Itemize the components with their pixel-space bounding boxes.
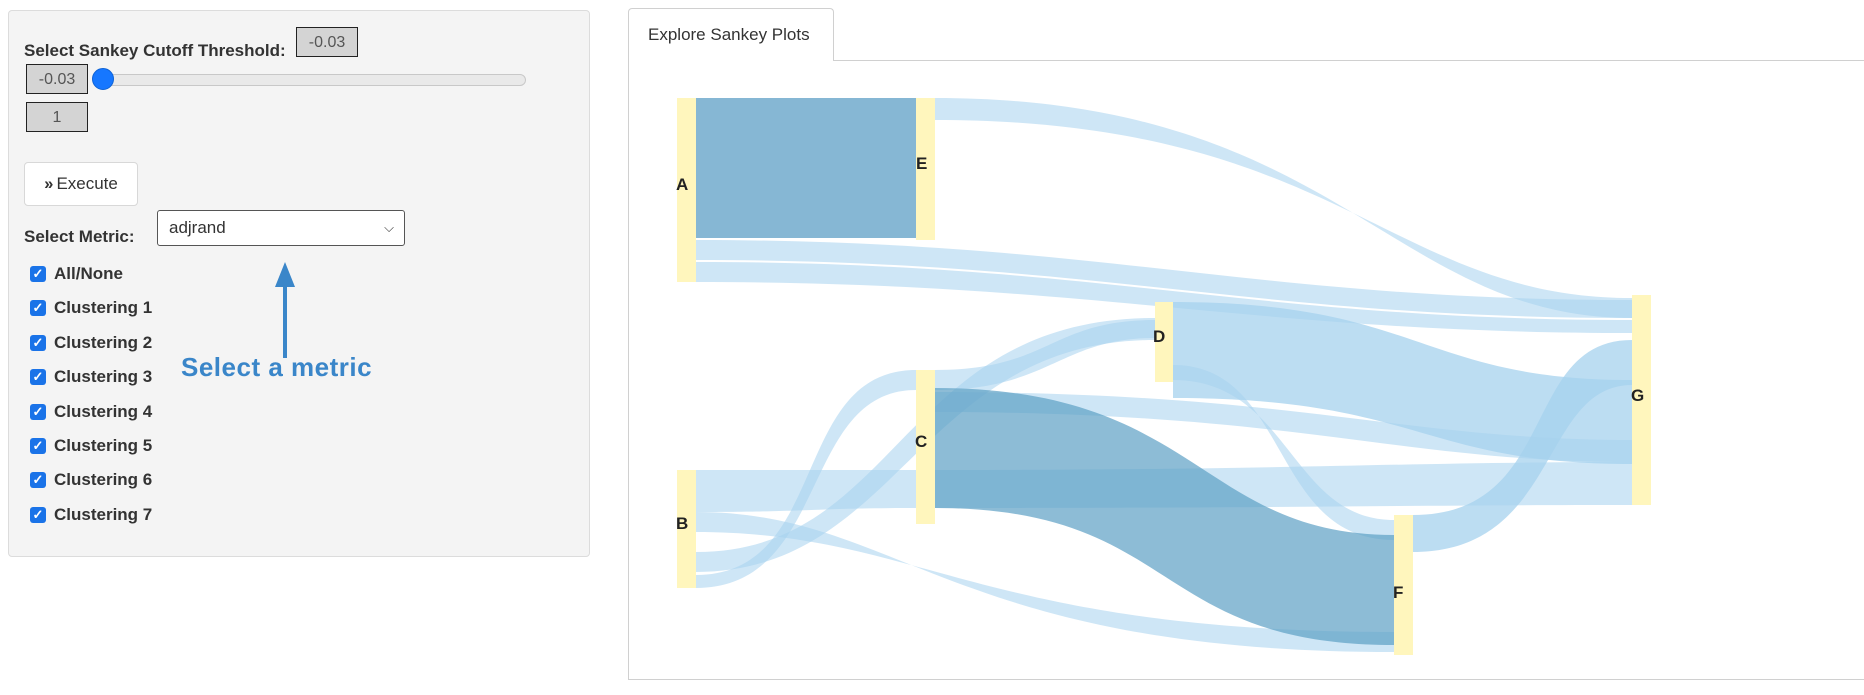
node-label-b: B xyxy=(676,514,688,533)
node-label-d: D xyxy=(1153,327,1165,346)
node-label-a: A xyxy=(676,175,688,194)
sankey-diagram: A B C D E F G xyxy=(676,98,1651,655)
node-label-f: F xyxy=(1393,583,1403,602)
node-label-e: E xyxy=(916,154,927,173)
link-a-e xyxy=(696,98,916,238)
node-label-c: C xyxy=(915,432,927,451)
node-label-g: G xyxy=(1631,386,1644,405)
